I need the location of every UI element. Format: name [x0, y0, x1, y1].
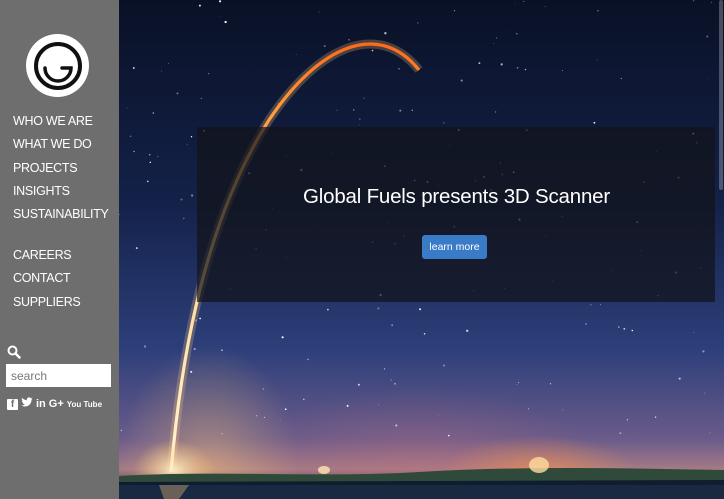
learn-more-button[interactable]: learn more: [422, 235, 487, 259]
hero-banner: Global Fuels presents 3D Scanner learn m…: [119, 0, 724, 499]
hero-overlay: [197, 127, 715, 302]
nav-item-insights[interactable]: INSIGHTS: [13, 180, 109, 203]
nav-item-contact[interactable]: CONTACT: [13, 267, 80, 290]
youtube-icon[interactable]: You Tube: [67, 400, 102, 409]
nav-item-sustainability[interactable]: SUSTAINABILITY: [13, 203, 109, 226]
facebook-icon[interactable]: f: [7, 399, 18, 410]
hero-headline: Global Fuels presents 3D Scanner: [303, 185, 610, 208]
nav-item-what-we-do[interactable]: WHAT WE DO: [13, 133, 109, 156]
sidebar: WHO WE ARE WHAT WE DO PROJECTS INSIGHTS …: [0, 0, 119, 499]
globe-logo-icon[interactable]: [26, 34, 89, 97]
nav-item-suppliers[interactable]: SUPPLIERS: [13, 291, 81, 314]
scrollbar[interactable]: [718, 0, 724, 499]
social-links: f in G+ You Tube: [7, 397, 102, 412]
nav-item-projects[interactable]: PROJECTS: [13, 157, 109, 180]
twitter-icon[interactable]: [21, 397, 33, 412]
secondary-nav: CAREERS CONTACT SUPPLIERS: [13, 244, 81, 314]
googleplus-icon[interactable]: G+: [49, 398, 64, 411]
search-input[interactable]: [6, 364, 111, 387]
nav-item-careers[interactable]: CAREERS: [13, 244, 80, 267]
nav-item-who-we-are[interactable]: WHO WE ARE: [13, 110, 109, 133]
scrollbar-thumb[interactable]: [719, 0, 723, 190]
linkedin-icon[interactable]: in: [36, 398, 46, 411]
primary-nav: WHO WE ARE WHAT WE DO PROJECTS INSIGHTS …: [13, 110, 109, 226]
search-icon[interactable]: [7, 345, 21, 359]
